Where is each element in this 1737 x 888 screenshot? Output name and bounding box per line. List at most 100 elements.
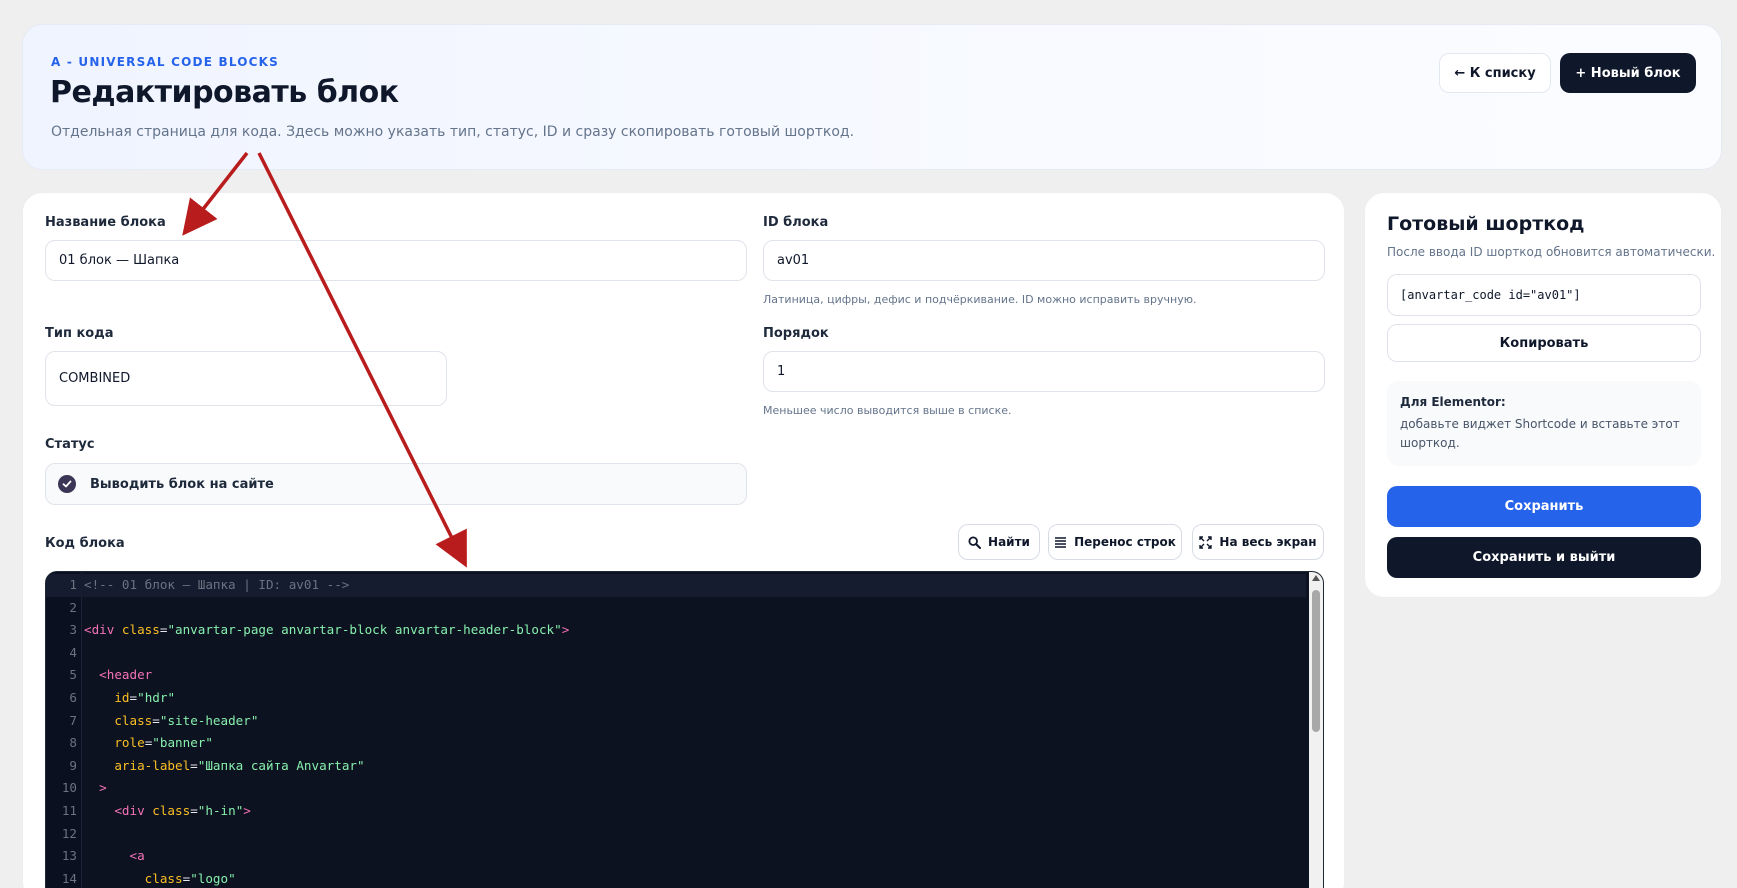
page-title: Редактировать блок	[50, 75, 399, 110]
line-number: 12	[61, 825, 77, 841]
line-number: 9	[69, 757, 77, 773]
line-number: 5	[69, 667, 77, 683]
fullscreen-label: На весь экран	[1219, 535, 1317, 549]
block-id-input[interactable]: av01	[763, 240, 1325, 281]
fullscreen-button[interactable]: На весь экран	[1192, 524, 1324, 560]
line-number: 6	[69, 690, 77, 705]
code-line[interactable]: 9 aria-label="Шапка сайта Anvartar"	[46, 755, 1306, 778]
code-token: <a	[129, 848, 145, 864]
back-to-list-button[interactable]: ← К списку	[1439, 53, 1551, 93]
elementor-note: Для Elementor: добавьте виджет Shortcode…	[1387, 381, 1701, 466]
code-line[interactable]: 11 <div class="h-in">	[46, 800, 1306, 823]
line-wrap-button[interactable]: Перенос строк	[1048, 524, 1182, 560]
code-token: >	[561, 622, 570, 638]
code-line[interactable]: 1 <!-- 01 блок — Шапка | ID: av01 -->	[46, 574, 1306, 597]
status-checkbox-row[interactable]: Выводить блок на сайте	[45, 463, 747, 505]
code-line[interactable]: 2	[46, 597, 1306, 620]
copy-button[interactable]: Копировать	[1387, 324, 1701, 362]
code-token: <header	[99, 667, 153, 683]
code-line[interactable]: 10 >	[46, 777, 1306, 800]
scroll-up-arrow-icon[interactable]	[1312, 575, 1320, 581]
code-token: <!-- 01 блок — Шапка | ID: av01 -->	[84, 577, 350, 592]
code-text: class="logo"	[84, 868, 236, 888]
page-subtitle: Отдельная страница для кода. Здесь можно…	[51, 124, 855, 140]
code-line[interactable]: 3 <div class="anvartar-page anvartar-bloc…	[46, 619, 1306, 642]
editor-scrollbar[interactable]	[1309, 572, 1323, 888]
code-line[interactable]: 13 <a	[46, 845, 1306, 868]
code-token: =	[152, 712, 160, 728]
code-type-select[interactable]: COMBINED	[45, 351, 447, 406]
shortcode-card: Готовый шорткод После ввода ID шорткод о…	[1364, 192, 1722, 598]
new-block-button[interactable]: + Новый блок	[1560, 53, 1696, 93]
shortcode-input[interactable]: [anvartar_code id="av01"]	[1387, 274, 1701, 316]
code-label: Код блока	[45, 536, 125, 551]
page-header: A - UNIVERSAL CODE BLOCKS Редактировать …	[22, 24, 1722, 170]
block-id-value: av01	[777, 253, 810, 268]
code-token: class	[121, 622, 160, 638]
code-type-label: Тип кода	[45, 326, 114, 341]
code-token: <div	[84, 622, 122, 638]
code-line[interactable]: 14 class="logo"	[46, 868, 1306, 888]
code-token: "logo"	[190, 870, 236, 886]
code-line[interactable]: 5 <header	[46, 664, 1306, 687]
line-wrap-label: Перенос строк	[1074, 535, 1176, 549]
elementor-note-text: добавьте виджет Shortcode и вставьте это…	[1400, 417, 1680, 450]
line-number: 13	[61, 848, 77, 864]
scrollbar-thumb[interactable]	[1312, 590, 1320, 732]
line-number: 14	[61, 870, 77, 886]
code-token: id	[114, 690, 130, 705]
order-hint: Меньшее число выводится выше в списке.	[763, 404, 1012, 417]
code-token: "h-in"	[197, 803, 244, 818]
block-form-card: Название блока 01 блок — Шапка ID блока …	[22, 192, 1345, 888]
code-token: <div	[114, 803, 153, 818]
line-number: 10	[61, 780, 77, 796]
block-name-label: Название блока	[45, 215, 166, 230]
elementor-note-title: Для Elementor:	[1400, 395, 1506, 409]
expand-icon	[1199, 535, 1213, 549]
code-token: >	[243, 803, 251, 818]
code-token: class	[152, 803, 191, 818]
line-number: 11	[61, 803, 77, 818]
order-value: 1	[777, 364, 786, 379]
code-line[interactable]: 4	[46, 642, 1306, 665]
shortcode-subtitle: После ввода ID шорткод обновится автомат…	[1387, 245, 1716, 259]
code-text: aria-label="Шапка сайта Anvartar"	[84, 755, 364, 778]
code-text: <div class="h-in">	[84, 800, 251, 823]
code-line[interactable]: 12	[46, 823, 1306, 846]
code-line[interactable]: 6 id="hdr"	[46, 687, 1306, 710]
lines-icon	[1055, 537, 1067, 548]
line-number: 8	[69, 735, 77, 751]
code-type-value: COMBINED	[59, 371, 131, 386]
code-text: class="site-header"	[84, 710, 258, 733]
code-token: aria-label	[114, 757, 191, 773]
code-line[interactable]: 8 role="banner"	[46, 732, 1306, 755]
code-token: role	[114, 735, 145, 751]
code-text: >	[84, 777, 107, 800]
code-editor[interactable]: 1 <!-- 01 блок — Шапка | ID: av01 --> 2 3 <d…	[45, 571, 1324, 888]
block-name-value: 01 блок — Шапка	[59, 253, 180, 268]
find-button-label: Найти	[988, 535, 1030, 549]
code-token: =	[190, 757, 198, 773]
code-token: class	[114, 712, 153, 728]
line-number: 2	[69, 599, 77, 615]
order-input[interactable]: 1	[763, 351, 1325, 392]
plugin-eyebrow: A - UNIVERSAL CODE BLOCKS	[51, 55, 280, 69]
line-number: 7	[69, 712, 77, 728]
code-text: <a	[84, 845, 145, 868]
find-button[interactable]: Найти	[958, 524, 1040, 560]
block-name-input[interactable]: 01 блок — Шапка	[45, 240, 747, 281]
code-token: =	[129, 690, 138, 705]
save-and-exit-button[interactable]: Сохранить и выйти	[1387, 537, 1701, 578]
block-id-hint: Латиница, цифры, дефис и подчёркивание. …	[763, 293, 1197, 306]
search-icon	[968, 535, 982, 549]
order-label: Порядок	[763, 326, 829, 341]
code-line[interactable]: 7 class="site-header"	[46, 710, 1306, 733]
save-button[interactable]: Сохранить	[1387, 486, 1701, 527]
checkmark-icon[interactable]	[58, 475, 76, 493]
